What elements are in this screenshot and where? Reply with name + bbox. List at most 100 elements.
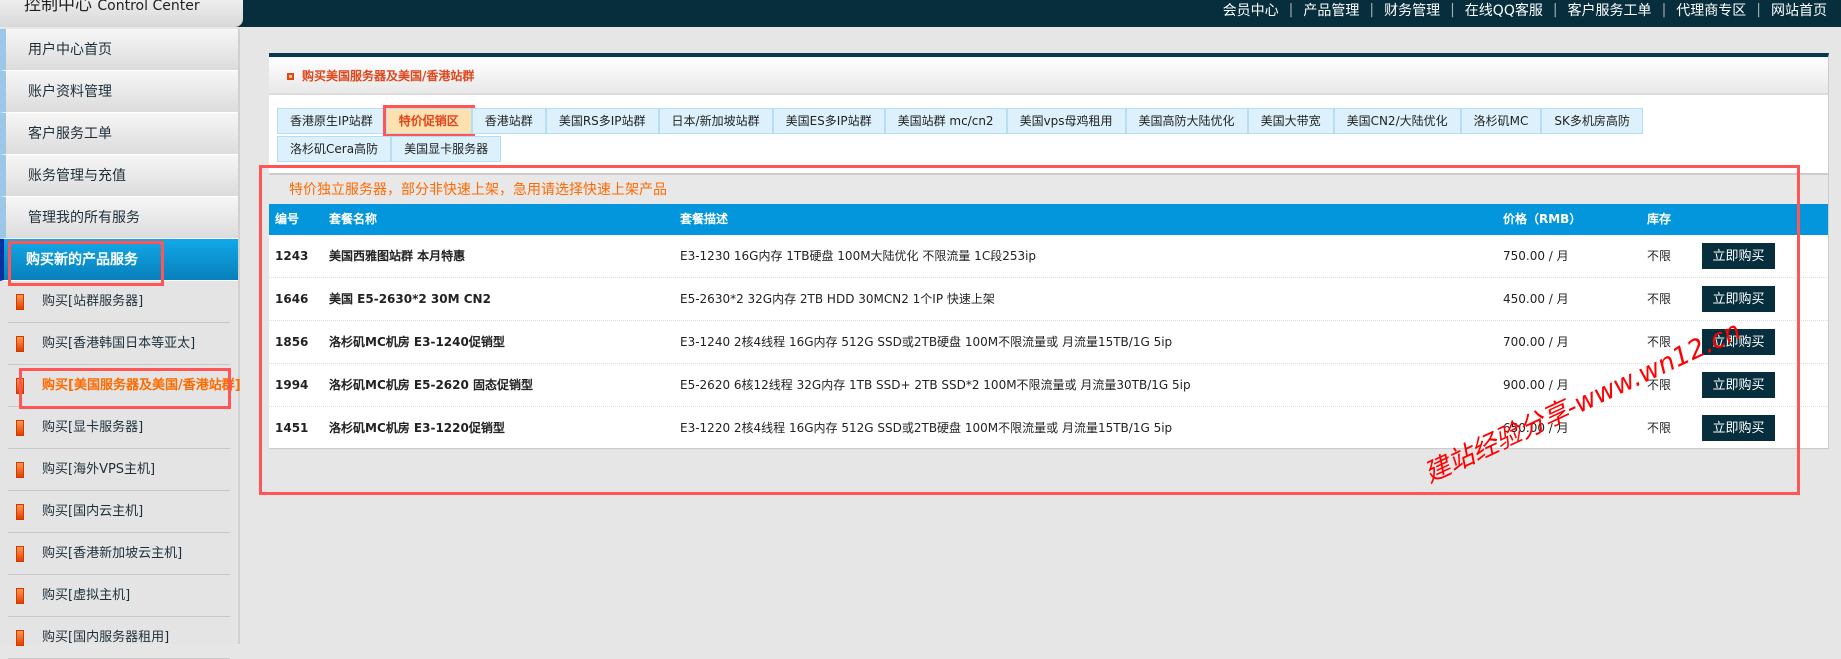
top-nav: 会员中心 | 产品管理 | 财务管理 | 在线QQ客服 | 客户服务工单 | 代理商专区 | 网站首页 — [1223, 0, 1827, 20]
sidebar-subitem[interactable]: 购买[国内服务器租用] — [8, 617, 230, 659]
category-tab[interactable]: 特价促销区 — [382, 105, 475, 137]
category-tab[interactable]: 美国RS多IP站群 — [545, 108, 659, 134]
nav-separator: | — [1661, 2, 1667, 18]
bullet-bar-icon — [16, 420, 24, 436]
sidebar-menu-item[interactable]: 购买新的产品服务 — [0, 239, 238, 281]
sidebar-menu-item[interactable]: 账务管理与充值 — [0, 155, 238, 197]
col-stock: 库存 — [1647, 212, 1672, 226]
cell-name: 洛杉矶MC机房 E3-1220促销型 — [329, 421, 505, 435]
cell-name: 洛杉矶MC机房 E3-1240促销型 — [329, 335, 505, 349]
cell-id: 1646 — [275, 292, 309, 306]
cell-price: 750.00 / 月 — [1503, 249, 1569, 263]
logo: 控制中心 Control Center — [0, 0, 243, 27]
cell-price: 450.00 / 月 — [1503, 292, 1569, 306]
cell-id: 1856 — [275, 335, 309, 349]
nav-link[interactable]: 客户服务工单 — [1568, 0, 1652, 20]
cell-stock: 不限 — [1647, 292, 1672, 306]
sidebar-subitem[interactable]: 购买[海外VPS主机] — [8, 449, 230, 491]
cell-desc: E3-1240 2核4线程 16G内存 512G SSD或2TB硬盘 100M不… — [680, 335, 1173, 349]
cell-id: 1994 — [275, 378, 309, 392]
sidebar-submenu: 购买[站群服务器] 购买[香港韩国日本等亚太] 购买[美国服务器及美国/香港站群] 购… — [0, 281, 241, 659]
cell-desc: E3-1230 16G内存 1TB硬盘 100M大陆优化 不限流量 1C段253… — [680, 249, 1037, 263]
nav-separator: | — [1288, 2, 1294, 18]
sidebar-subitem-label: 购买[香港韩国日本等亚太] — [42, 336, 196, 351]
bullet-bar-icon — [16, 546, 24, 562]
nav-separator: | — [1369, 2, 1375, 18]
cell-id: 1451 — [275, 421, 309, 435]
category-tab[interactable]: 日本/新加坡站群 — [658, 108, 773, 134]
top-bar: 控制中心 Control Center 会员中心 | 产品管理 | 财务管理 | 在线QQ客… — [0, 0, 1841, 27]
table-row: 1646 美国 E5-2630*2 30M CN2 E5-2630*2 32G内存 … — [269, 278, 1828, 321]
sidebar-subitem[interactable]: 购买[香港韩国日本等亚太] — [8, 323, 230, 365]
nav-separator: | — [1552, 2, 1558, 18]
nav-link[interactable]: 代理商专区 — [1676, 0, 1746, 20]
sidebar-menu: 用户中心首页 账户资料管理 客户服务工单 账务管理与充值 管理我的所有服务 购买新的产品服… — [0, 29, 238, 281]
nav-link[interactable]: 会员中心 — [1223, 0, 1279, 20]
buy-now-button[interactable]: 立即购买 — [1702, 372, 1775, 398]
sidebar-subitem[interactable]: 购买[站群服务器] — [8, 281, 230, 323]
table-header: 编号 套餐名称 套餐描述 价格（RMB） 库存 — [269, 204, 1828, 235]
panel-header: 购买美国服务器及美国/香港站群 — [269, 57, 1828, 95]
nav-link[interactable]: 产品管理 — [1303, 0, 1359, 20]
sidebar-subitem[interactable]: 购买[虚拟主机] — [8, 575, 230, 617]
sidebar: 用户中心首页 账户资料管理 客户服务工单 账务管理与充值 管理我的所有服务 购买新的产品服… — [0, 29, 241, 659]
category-tab[interactable]: 美国vps母鸡租用 — [1006, 108, 1126, 134]
sidebar-menu-item[interactable]: 管理我的所有服务 — [0, 197, 238, 239]
logo-text: 控制中心 — [24, 0, 92, 15]
cell-price: 700.00 / 月 — [1503, 335, 1569, 349]
sidebar-subitem-label: 购买[国内云主机] — [42, 504, 144, 519]
sidebar-menu-item[interactable]: 客户服务工单 — [0, 113, 238, 155]
sidebar-menu-item[interactable]: 用户中心首页 — [0, 29, 238, 71]
sidebar-menu-item[interactable]: 账户资料管理 — [0, 71, 238, 113]
table-row: 1243 美国西雅图站群 本月特惠 E3-1230 16G内存 1TB硬盘 100M… — [269, 235, 1828, 278]
sidebar-subitem-label: 购买[显卡服务器] — [42, 420, 144, 435]
sidebar-subitem[interactable]: 购买[国内云主机] — [8, 491, 230, 533]
cell-desc: E5-2620 6核12线程 32G内存 1TB SSD+ 2TB SSD*2 … — [680, 378, 1191, 392]
category-tab[interactable]: SK多机房高防 — [1541, 108, 1643, 134]
logo-text-en: Control Center — [97, 0, 200, 14]
sidebar-subitem-label: 购买[香港新加坡云主机] — [42, 546, 183, 561]
nav-separator: | — [1450, 2, 1455, 18]
bullet-bar-icon — [16, 294, 24, 310]
buy-now-button[interactable]: 立即购买 — [1702, 415, 1775, 441]
col-id: 编号 — [275, 212, 300, 226]
nav-link[interactable]: 财务管理 — [1384, 0, 1440, 20]
sidebar-subitem-label: 购买[站群服务器] — [42, 294, 144, 309]
buy-now-button[interactable]: 立即购买 — [1702, 243, 1775, 269]
sidebar-subitem-label: 购买[虚拟主机] — [42, 588, 131, 603]
category-tab[interactable]: 美国显卡服务器 — [391, 136, 502, 162]
table-row: 1856 洛杉矶MC机房 E3-1240促销型 E3-1240 2核4线程 16G内… — [269, 321, 1828, 364]
nav-link[interactable]: 在线QQ客服 — [1465, 0, 1543, 20]
sidebar-subitem-label: 购买[海外VPS主机] — [42, 462, 156, 477]
buy-now-button[interactable]: 立即购买 — [1702, 286, 1775, 312]
category-tab[interactable]: 洛杉矶MC — [1460, 108, 1542, 134]
sidebar-subitem[interactable]: 购买[美国服务器及美国/香港站群] — [8, 365, 241, 407]
panel-title: 购买美国服务器及美国/香港站群 — [302, 69, 475, 83]
bullet-icon — [287, 73, 294, 80]
category-tab[interactable]: 香港原生IP站群 — [277, 108, 386, 134]
notice-bar: 特价独立服务器，部分非快速上架，急用请选择快速上架产品 — [269, 173, 1828, 204]
cell-id: 1243 — [275, 249, 309, 263]
sidebar-subitem[interactable]: 购买[香港新加坡云主机] — [8, 533, 230, 575]
col-price: 价格（RMB） — [1503, 212, 1582, 226]
nav-separator: | — [1756, 2, 1761, 18]
category-tab[interactable]: 香港站群 — [471, 108, 546, 134]
cell-name: 美国西雅图站群 本月特惠 — [329, 249, 466, 263]
col-desc: 套餐描述 — [680, 212, 729, 226]
category-tab[interactable]: 洛杉矶Cera高防 — [277, 136, 392, 162]
bullet-bar-icon — [16, 336, 24, 352]
nav-link[interactable]: 网站首页 — [1771, 0, 1827, 20]
bullet-bar-icon — [16, 504, 24, 520]
sidebar-subitem[interactable]: 购买[显卡服务器] — [8, 407, 230, 449]
category-tab[interactable]: 美国高防大陆优化 — [1125, 108, 1248, 134]
category-tab[interactable]: 美国站群 mc/cn2 — [884, 108, 1007, 134]
category-tab[interactable]: 美国大带宽 — [1247, 108, 1334, 134]
cell-name: 洛杉矶MC机房 E5-2620 固态促销型 — [329, 378, 534, 392]
cell-desc: E3-1220 2核4线程 16G内存 512G SSD或2TB硬盘 100M不… — [680, 421, 1173, 435]
sidebar-subitem-label: 购买[国内服务器租用] — [42, 630, 170, 645]
bullet-bar-icon — [16, 588, 24, 604]
sidebar-subitem-label: 购买[美国服务器及美国/香港站群] — [42, 378, 241, 393]
category-tab[interactable]: 美国CN2/大陆优化 — [1333, 108, 1461, 134]
cell-desc: E5-2630*2 32G内存 2TB HDD 30MCN2 1个IP 快速上架 — [680, 292, 995, 306]
category-tab[interactable]: 美国ES多IP站群 — [772, 108, 885, 134]
